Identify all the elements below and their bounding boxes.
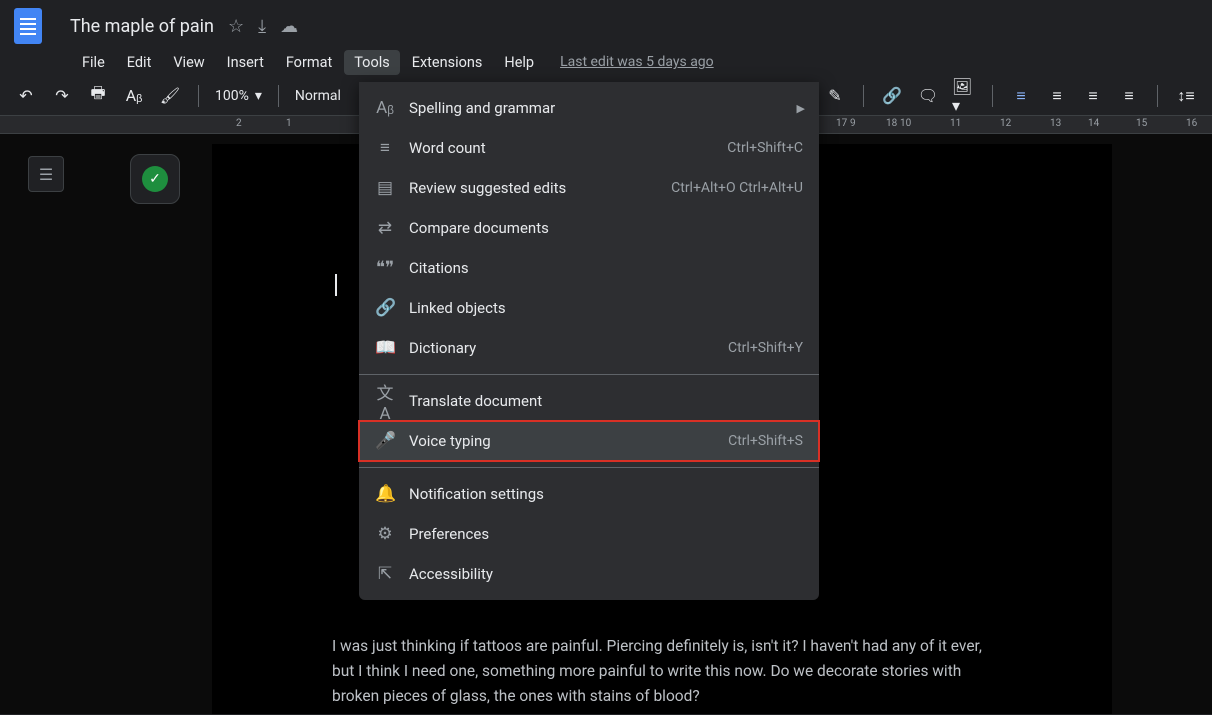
menu-extensions[interactable]: Extensions — [402, 50, 493, 75]
notification-settings-icon: 🔔 — [375, 484, 395, 504]
menu-item-label: Notification settings — [409, 485, 544, 503]
chevron-down-icon: ▾ — [255, 88, 262, 104]
menu-separator — [359, 374, 819, 375]
text-cursor — [335, 274, 337, 296]
menu-item-preferences[interactable]: ⚙ Preferences — [359, 514, 819, 554]
image-icon[interactable]: 🖼▾ — [952, 84, 976, 108]
zoom-select[interactable]: 100% ▾ — [215, 88, 262, 104]
link-icon[interactable]: 🔗 — [880, 84, 904, 108]
menu-shortcut: Ctrl+Shift+Y — [728, 340, 803, 356]
style-select[interactable]: Normal — [295, 88, 341, 104]
check-badge[interactable]: ✓ — [130, 154, 180, 204]
menu-item-label: Spelling and grammar — [409, 99, 555, 117]
ruler-tick: 14 — [1088, 118, 1099, 129]
menu-item-spelling-and-grammar[interactable]: Aᵦ Spelling and grammar ▶ — [359, 88, 819, 128]
chevron-right-icon: ▶ — [797, 102, 805, 115]
menu-item-review-suggested-edits[interactable]: ▤ Review suggested edits Ctrl+Alt+O Ctrl+A… — [359, 168, 819, 208]
star-icon[interactable]: ☆ — [228, 16, 244, 37]
divider — [863, 85, 864, 107]
dictionary-icon: 📖 — [375, 338, 395, 358]
ruler-tick: 1 — [286, 118, 292, 129]
cloud-icon[interactable]: ☁ — [280, 16, 298, 37]
menu-shortcut: Ctrl+Alt+O Ctrl+Alt+U — [671, 180, 803, 196]
ruler-tick: 15 — [1136, 118, 1147, 129]
menu-insert[interactable]: Insert — [217, 50, 274, 75]
menu-item-label: Voice typing — [409, 432, 491, 450]
divider — [198, 85, 199, 107]
align-center-icon[interactable]: ≡ — [1045, 84, 1069, 108]
ruler-tick: 11 — [950, 118, 961, 129]
menu-item-label: Review suggested edits — [409, 179, 566, 197]
divider — [992, 85, 993, 107]
menu-item-voice-typing[interactable]: 🎤 Voice typing Ctrl+Shift+S — [359, 421, 819, 461]
ruler-tick: 12 — [1000, 118, 1011, 129]
menu-item-word-count[interactable]: ≡ Word count Ctrl+Shift+C — [359, 128, 819, 168]
translate-document-icon: 文A — [375, 379, 395, 424]
voice-typing-icon: 🎤 — [375, 431, 395, 451]
menu-item-notification-settings[interactable]: 🔔 Notification settings — [359, 474, 819, 514]
divider — [278, 85, 279, 107]
align-justify-icon[interactable]: ≡ — [1117, 84, 1141, 108]
menu-item-accessibility[interactable]: ⇱ Accessibility — [359, 554, 819, 594]
menu-item-dictionary[interactable]: 📖 Dictionary Ctrl+Shift+Y — [359, 328, 819, 368]
compare-documents-icon: ⇄ — [375, 218, 395, 238]
docs-logo[interactable] — [8, 6, 48, 46]
menu-item-linked-objects[interactable]: 🔗 Linked objects — [359, 288, 819, 328]
menu-file[interactable]: File — [72, 50, 115, 75]
menu-help[interactable]: Help — [494, 50, 544, 75]
check-icon: ✓ — [142, 166, 168, 192]
menu-item-label: Translate document — [409, 392, 542, 410]
menu-item-label: Dictionary — [409, 339, 476, 357]
menu-item-label: Citations — [409, 259, 469, 277]
ruler-tick: 17 — [836, 118, 847, 129]
word-count-icon: ≡ — [375, 138, 395, 158]
linked-objects-icon: 🔗 — [375, 298, 395, 318]
undo-button[interactable]: ↶ — [14, 84, 38, 108]
line-spacing-icon[interactable]: ↕≡ — [1174, 84, 1198, 108]
tools-dropdown: Aᵦ Spelling and grammar ▶ ≡ Word count Ctrl+S… — [359, 82, 819, 600]
citations-icon: ❝❞ — [375, 258, 395, 278]
ruler-tick: 18 — [886, 118, 897, 129]
menu-tools[interactable]: Tools — [344, 50, 400, 75]
menu-item-label: Accessibility — [409, 565, 493, 583]
ruler-tick: 9 — [850, 118, 856, 129]
menu-format[interactable]: Format — [276, 50, 342, 75]
menu-item-label: Compare documents — [409, 219, 549, 237]
divider — [1157, 85, 1158, 107]
preferences-icon: ⚙ — [375, 524, 395, 544]
doc-title[interactable]: The maple of pain — [64, 14, 220, 39]
menu-item-label: Preferences — [409, 525, 489, 543]
accessibility-icon: ⇱ — [375, 564, 395, 584]
menu-item-label: Word count — [409, 139, 486, 157]
review-suggested-edits-icon: ▤ — [375, 178, 395, 198]
print-button[interactable]: 🖶 — [86, 84, 110, 108]
ruler-tick: 13 — [1050, 118, 1061, 129]
ruler-tick: 16 — [1186, 118, 1197, 129]
comment-icon[interactable]: 🗨 — [916, 84, 940, 108]
spellcheck-button[interactable]: Aᵦ — [122, 84, 146, 108]
align-right-icon[interactable]: ≡ — [1081, 84, 1105, 108]
menu-separator — [359, 467, 819, 468]
move-icon[interactable]: ⤓ — [258, 16, 266, 37]
ruler-tick: 2 — [236, 118, 242, 129]
menu-item-translate-document[interactable]: 文A Translate document — [359, 381, 819, 421]
align-left-icon[interactable]: ≡ — [1009, 84, 1033, 108]
menu-view[interactable]: View — [163, 50, 214, 75]
menu-edit[interactable]: Edit — [117, 50, 162, 75]
body-text[interactable]: I was just thinking if tattoos are painf… — [332, 634, 992, 708]
menu-item-label: Linked objects — [409, 299, 506, 317]
menu-item-citations[interactable]: ❝❞ Citations — [359, 248, 819, 288]
menubar: FileEditViewInsertFormatToolsExtensionsH… — [0, 48, 1212, 76]
spelling-and-grammar-icon: Aᵦ — [375, 98, 395, 118]
paint-format-button[interactable]: 🖌 — [158, 84, 182, 108]
outline-button[interactable]: ☰ — [28, 156, 64, 192]
menu-shortcut: Ctrl+Shift+C — [727, 140, 803, 156]
redo-button[interactable]: ↷ — [50, 84, 74, 108]
ruler-tick: 10 — [900, 118, 911, 129]
menu-shortcut: Ctrl+Shift+S — [728, 433, 803, 449]
menu-item-compare-documents[interactable]: ⇄ Compare documents — [359, 208, 819, 248]
last-edit-link[interactable]: Last edit was 5 days ago — [560, 54, 714, 70]
title-bar: The maple of pain ☆ ⤓ ☁ — [0, 0, 1212, 46]
highlight-icon[interactable]: ✎ — [823, 84, 847, 108]
